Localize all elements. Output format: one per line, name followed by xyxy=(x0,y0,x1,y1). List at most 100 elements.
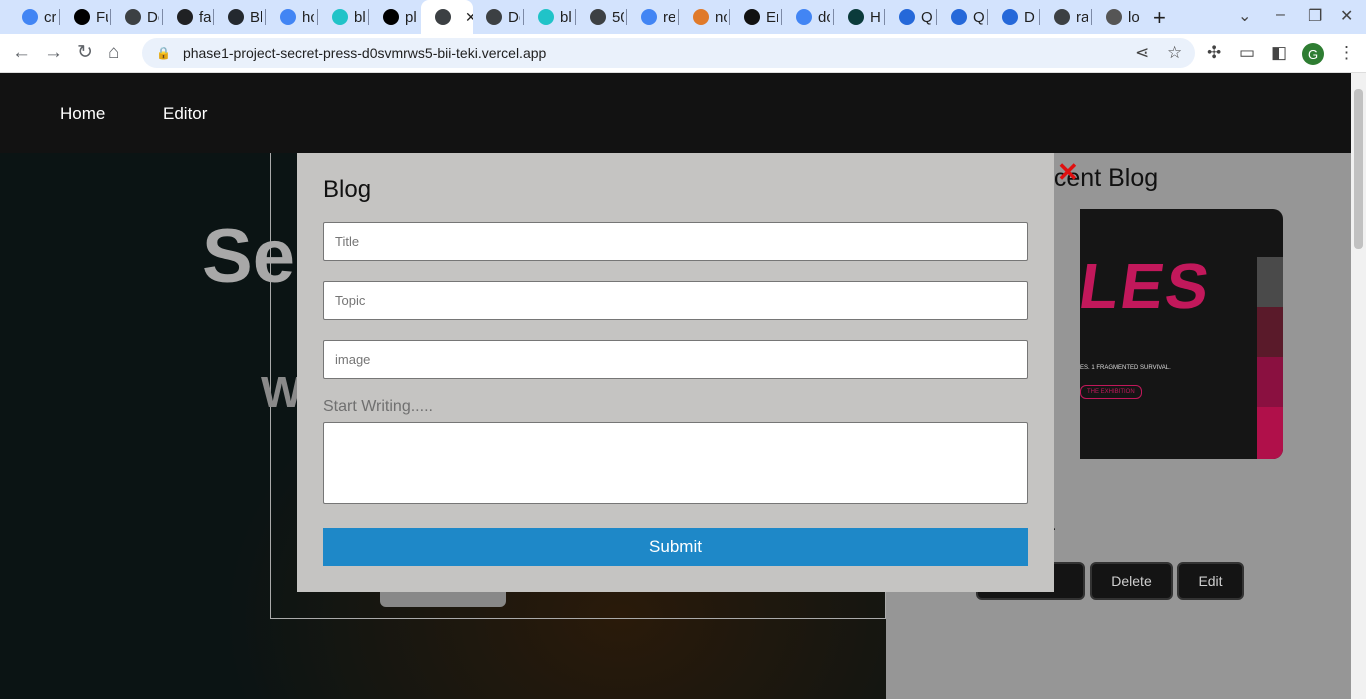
browser-tab-13[interactable]: nc xyxy=(679,6,727,28)
title-input[interactable]: Title xyxy=(323,222,1028,261)
browser-tab-20[interactable]: ra xyxy=(1040,6,1088,28)
modal-title: Blog xyxy=(323,176,372,203)
browser-tab-6[interactable]: bl xyxy=(318,6,366,28)
tab-label: pl xyxy=(405,8,417,26)
browser-tab-2[interactable]: De xyxy=(111,6,159,28)
tab-separator xyxy=(884,9,885,25)
cast-icon[interactable]: ▭ xyxy=(1239,43,1255,63)
tab-separator xyxy=(833,9,834,25)
browser-tab-4[interactable]: Bl xyxy=(214,6,262,28)
browser-tab-14[interactable]: Er xyxy=(730,6,778,28)
back-arrow-icon[interactable]: ← xyxy=(12,42,31,64)
dev-icon xyxy=(74,9,90,25)
tab-separator xyxy=(59,9,60,25)
globe-icon xyxy=(1054,9,1070,25)
restore-icon[interactable]: ❐ xyxy=(1308,6,1322,26)
google-icon xyxy=(22,9,38,25)
tab-label: H xyxy=(870,8,881,26)
browser-tab-5[interactable]: hc xyxy=(266,6,314,28)
browser-tab-19[interactable]: D xyxy=(988,6,1036,28)
forward-arrow-icon[interactable]: → xyxy=(44,42,63,64)
tab-label: ra xyxy=(1076,8,1088,26)
browser-tab-10[interactable]: bl xyxy=(524,6,572,28)
address-bar[interactable]: 🔒 phase1-project-secret-press-d0svmrws5-… xyxy=(142,38,1195,68)
tab-label: hc xyxy=(302,8,314,26)
tab-label: dc xyxy=(818,8,830,26)
tab-label: fa xyxy=(199,8,211,26)
google-icon xyxy=(280,9,296,25)
flag-icon xyxy=(177,9,193,25)
delete-button[interactable]: Delete xyxy=(1090,562,1173,600)
tab-separator xyxy=(265,9,266,25)
lock-icon: 🔒 xyxy=(156,46,171,60)
localhost-icon xyxy=(1106,9,1122,25)
poster-text: LES xyxy=(1080,250,1216,322)
start-writing-label: Start Writing..... xyxy=(323,398,433,415)
content-textarea[interactable] xyxy=(323,422,1028,504)
extensions-puzzle-icon[interactable]: ✣ xyxy=(1207,43,1221,63)
minimize-icon[interactable]: – xyxy=(1276,6,1285,24)
nav-home-link[interactable]: Home xyxy=(60,104,105,124)
tab-search-chevron-icon[interactable]: ⌄ xyxy=(1238,6,1251,26)
browser-tab-16[interactable]: H xyxy=(834,6,882,28)
browser-tab-15[interactable]: dc xyxy=(782,6,830,28)
side-panel-icon[interactable]: ◧ xyxy=(1271,43,1287,63)
tab-label: nc xyxy=(715,8,727,26)
tab-separator xyxy=(678,9,679,25)
tab-label: Fu xyxy=(96,8,108,26)
browser-tab-18[interactable]: Q xyxy=(937,6,985,28)
tab-label: De xyxy=(508,8,520,26)
browser-tab-7[interactable]: pl xyxy=(369,6,417,28)
share-icon[interactable]: ⋖ xyxy=(1135,43,1149,63)
poster-tagline: ES. 1 FRAGMENTED SURVIVAL. xyxy=(1080,365,1171,371)
codesandbox-icon xyxy=(538,9,554,25)
submit-button[interactable]: Submit xyxy=(323,528,1028,566)
tab-label: re xyxy=(663,8,675,26)
poster-cta: THE EXHIBITION xyxy=(1080,385,1142,399)
browser-tab-17[interactable]: Q xyxy=(885,6,933,28)
codesandbox-icon xyxy=(332,9,348,25)
bookmark-star-icon[interactable]: ☆ xyxy=(1167,43,1182,63)
browser-tab-0[interactable]: cr xyxy=(8,6,56,28)
recent-blog-image[interactable]: LES ES. 1 FRAGMENTED SURVIVAL. THE EXHIB… xyxy=(1080,209,1283,459)
browser-tab-9[interactable]: De xyxy=(472,6,520,28)
browser-tab-3[interactable]: fa xyxy=(163,6,211,28)
browser-tab-strip: crFuDefaBlhcblpl✕Debl50rencErdcHQQDralo … xyxy=(0,0,1366,34)
tab-label: De xyxy=(147,8,159,26)
image-input[interactable]: image xyxy=(323,340,1028,379)
edit-button[interactable]: Edit xyxy=(1177,562,1244,600)
jira-icon xyxy=(1002,9,1018,25)
google-icon xyxy=(641,9,657,25)
browser-tab-21[interactable]: lo xyxy=(1092,6,1140,28)
site-navbar: Home Editor xyxy=(0,73,1351,153)
profile-avatar[interactable]: G xyxy=(1302,43,1324,65)
scrollbar-thumb[interactable] xyxy=(1354,89,1363,249)
algorithm-icon xyxy=(744,9,760,25)
tab-label: Q xyxy=(921,8,933,26)
browser-tab-11[interactable]: 50 xyxy=(576,6,624,28)
tab-separator xyxy=(368,9,369,25)
browser-tab-8[interactable]: ✕ xyxy=(421,0,473,34)
topic-input[interactable]: Topic xyxy=(323,281,1028,320)
browser-tab-12[interactable]: re xyxy=(627,6,675,28)
new-tab-button[interactable]: + xyxy=(1153,5,1166,31)
tab-label: Bl xyxy=(250,8,262,26)
tab-separator xyxy=(213,9,214,25)
tab-label: bl xyxy=(560,8,572,26)
tab-separator xyxy=(575,9,576,25)
page-scrollbar[interactable] xyxy=(1351,73,1366,699)
close-modal-icon[interactable]: ✕ xyxy=(1057,159,1079,185)
jira-icon xyxy=(899,9,915,25)
browser-tab-1[interactable]: Fu xyxy=(60,6,108,28)
tab-separator xyxy=(110,9,111,25)
home-icon[interactable]: ⌂ xyxy=(108,42,119,64)
reload-icon[interactable]: ↻ xyxy=(77,42,93,64)
tab-separator xyxy=(936,9,937,25)
nav-editor-link[interactable]: Editor xyxy=(163,104,207,124)
close-window-icon[interactable]: ✕ xyxy=(1340,6,1353,26)
globe-icon xyxy=(590,9,606,25)
tab-label: bl xyxy=(354,8,366,26)
github-icon xyxy=(228,9,244,25)
tab-label: Er xyxy=(766,8,778,26)
menu-kebab-icon[interactable]: ⋮ xyxy=(1338,43,1355,63)
